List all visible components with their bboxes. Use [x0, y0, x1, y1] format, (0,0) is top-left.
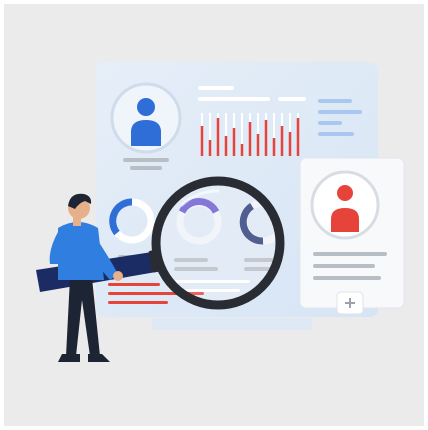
card-text-line	[313, 264, 375, 268]
header-line	[278, 97, 306, 101]
header-line	[198, 97, 270, 101]
analytics-illustration	[36, 62, 405, 362]
person-hand	[113, 271, 123, 281]
lens-rim	[151, 176, 285, 310]
person-shoe	[88, 354, 110, 362]
card-text-line	[313, 252, 387, 256]
avatar-caption-line	[130, 166, 162, 170]
card-text-line	[313, 276, 381, 280]
plus-icon	[336, 291, 364, 315]
header-line	[198, 86, 234, 90]
person-shoe	[58, 354, 80, 362]
avatar-caption-line	[123, 158, 169, 162]
person-legs	[66, 278, 100, 356]
user-avatar-icon	[110, 82, 182, 154]
dashboard-stand	[152, 318, 312, 330]
profile-card	[299, 157, 405, 315]
user-avatar-icon	[310, 170, 380, 240]
